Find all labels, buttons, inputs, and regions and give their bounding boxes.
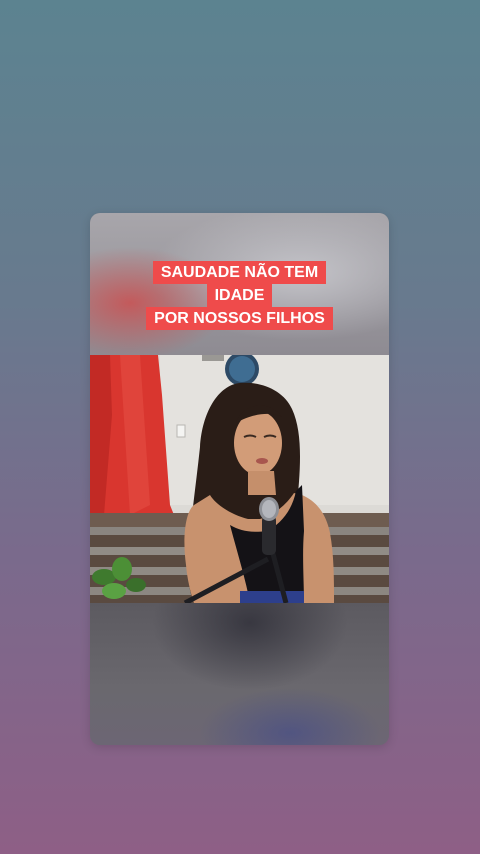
video-frame[interactable]	[90, 355, 389, 603]
singer-face	[234, 411, 282, 475]
caption-line-3: POR NOSSOS FILHOS	[146, 307, 333, 330]
video-card[interactable]: SAUDADE NÃO TEM IDADE POR NOSSOS FILHOS	[90, 213, 389, 745]
video-scene	[90, 355, 389, 603]
video-blur-bottom	[90, 603, 389, 745]
caption-line-2: IDADE	[206, 284, 273, 307]
video-caption: SAUDADE NÃO TEM IDADE POR NOSSOS FILHOS	[90, 261, 389, 330]
screen: { "video_caption": { "lines": ["SAUDADE …	[0, 0, 480, 854]
caption-line-1: SAUDADE NÃO TEM	[152, 261, 327, 284]
